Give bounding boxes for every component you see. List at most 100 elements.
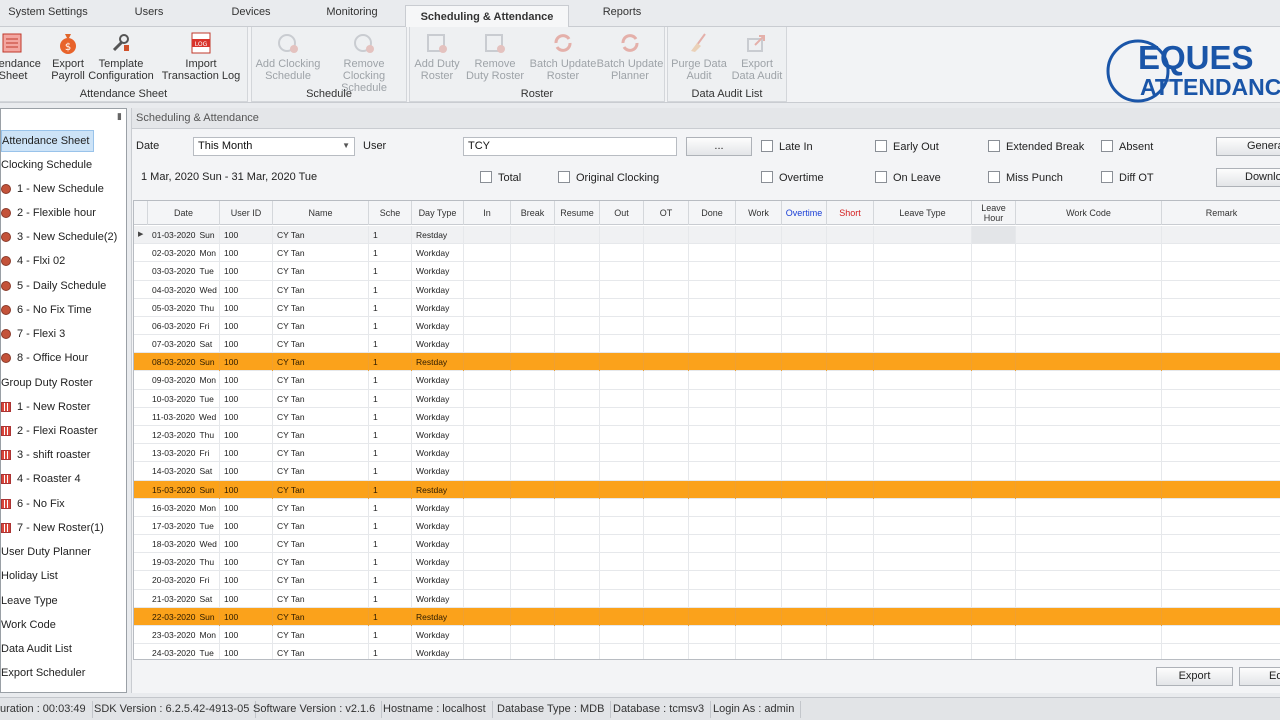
table-cell[interactable] bbox=[782, 498, 827, 517]
table-cell[interactable] bbox=[600, 371, 644, 390]
table-cell[interactable] bbox=[874, 498, 972, 517]
original-clocking-checkbox[interactable]: Original Clocking bbox=[558, 171, 659, 184]
table-cell[interactable] bbox=[1162, 571, 1280, 589]
table-cell[interactable]: 02-03-2020 Mon bbox=[148, 244, 220, 263]
table-cell[interactable] bbox=[464, 425, 511, 444]
table-cell[interactable] bbox=[644, 298, 689, 317]
table-cell[interactable]: 05-03-2020 Thu bbox=[148, 298, 220, 317]
table-cell[interactable] bbox=[736, 516, 782, 535]
table-cell[interactable]: 100 bbox=[220, 425, 273, 444]
sidebar-item[interactable]: 5 - Daily Schedule bbox=[1, 275, 106, 297]
table-row[interactable]: ▶ 01-03-2020 Sun 100 CY Tan 1 Restday bbox=[134, 226, 1280, 245]
table-cell[interactable]: Workday bbox=[412, 335, 464, 354]
table-cell[interactable] bbox=[644, 462, 689, 481]
table-cell[interactable] bbox=[511, 353, 555, 372]
batch-update-roster-button[interactable]: Batch Update Roster bbox=[528, 31, 598, 82]
table-cell[interactable] bbox=[600, 425, 644, 444]
table-cell[interactable] bbox=[874, 226, 972, 244]
column-header[interactable]: Remark bbox=[1162, 201, 1280, 225]
table-cell[interactable] bbox=[555, 280, 600, 299]
table-cell[interactable] bbox=[1162, 262, 1280, 280]
table-cell[interactable]: 24-03-2020 Tue bbox=[148, 644, 220, 659]
table-row[interactable]: 02-03-2020 Mon 100 CY Tan 1 Workday bbox=[134, 244, 1280, 263]
table-cell[interactable] bbox=[689, 280, 736, 299]
tab-scheduling-attendance[interactable]: Scheduling & Attendance bbox=[405, 5, 569, 28]
sidebar-item[interactable]: 4 - Flxi 02 bbox=[1, 250, 65, 272]
pin-icon[interactable]: ▮ bbox=[117, 111, 122, 122]
table-cell[interactable] bbox=[555, 371, 600, 390]
table-cell[interactable]: 17-03-2020 Tue bbox=[148, 516, 220, 535]
table-cell[interactable]: CY Tan bbox=[273, 480, 369, 499]
table-cell[interactable] bbox=[1162, 481, 1280, 499]
table-cell[interactable] bbox=[600, 462, 644, 481]
table-cell[interactable] bbox=[644, 553, 689, 572]
table-cell[interactable]: 08-03-2020 Sun bbox=[148, 353, 220, 372]
table-cell[interactable] bbox=[644, 535, 689, 554]
table-row[interactable]: 10-03-2020 Tue 100 CY Tan 1 Workday bbox=[134, 389, 1280, 408]
table-cell[interactable] bbox=[555, 262, 600, 281]
column-header[interactable]: User ID bbox=[220, 201, 273, 225]
table-cell[interactable] bbox=[972, 444, 1016, 463]
table-cell[interactable] bbox=[874, 589, 972, 608]
table-cell[interactable] bbox=[827, 535, 874, 554]
table-cell[interactable]: Workday bbox=[412, 644, 464, 659]
table-cell[interactable]: 100 bbox=[220, 262, 273, 281]
table-row[interactable]: 15-03-2020 Sun 100 CY Tan 1 Restday bbox=[134, 480, 1280, 499]
table-row[interactable]: 13-03-2020 Fri 100 CY Tan 1 Workday bbox=[134, 444, 1280, 463]
table-cell[interactable] bbox=[644, 316, 689, 335]
sidebar-item[interactable]: 2 - Flexi Roaster bbox=[1, 420, 98, 442]
table-cell[interactable] bbox=[1016, 516, 1162, 535]
table-cell[interactable] bbox=[827, 316, 874, 335]
table-cell[interactable] bbox=[1016, 389, 1162, 408]
table-cell[interactable]: CY Tan bbox=[273, 425, 369, 444]
table-cell[interactable] bbox=[555, 444, 600, 463]
sidebar-item[interactable]: Data Audit List bbox=[1, 638, 72, 660]
table-cell[interactable] bbox=[464, 516, 511, 535]
attendance-sheet-button[interactable]: Attendance Sheet bbox=[0, 31, 48, 82]
table-cell[interactable] bbox=[827, 407, 874, 426]
table-cell[interactable]: 100 bbox=[220, 371, 273, 390]
table-cell[interactable]: 100 bbox=[220, 553, 273, 572]
table-cell[interactable] bbox=[1162, 281, 1280, 299]
table-cell[interactable] bbox=[644, 371, 689, 390]
table-row[interactable]: 07-03-2020 Sat 100 CY Tan 1 Workday bbox=[134, 335, 1280, 354]
table-cell[interactable] bbox=[782, 316, 827, 335]
table-cell[interactable] bbox=[874, 516, 972, 535]
table-cell[interactable] bbox=[1162, 517, 1280, 535]
table-cell[interactable] bbox=[600, 535, 644, 554]
table-row[interactable]: 20-03-2020 Fri 100 CY Tan 1 Workday bbox=[134, 571, 1280, 590]
table-cell[interactable] bbox=[555, 571, 600, 590]
table-row[interactable]: 21-03-2020 Sat 100 CY Tan 1 Workday bbox=[134, 589, 1280, 608]
table-cell[interactable] bbox=[874, 462, 972, 481]
table-cell[interactable] bbox=[736, 444, 782, 463]
table-cell[interactable] bbox=[600, 226, 644, 244]
table-cell[interactable] bbox=[511, 480, 555, 499]
table-cell[interactable]: CY Tan bbox=[273, 444, 369, 463]
table-cell[interactable] bbox=[972, 407, 1016, 426]
table-cell[interactable] bbox=[644, 498, 689, 517]
table-cell[interactable] bbox=[511, 371, 555, 390]
table-cell[interactable] bbox=[511, 280, 555, 299]
table-cell[interactable]: Workday bbox=[412, 571, 464, 590]
table-cell[interactable]: 06-03-2020 Fri bbox=[148, 316, 220, 335]
table-cell[interactable] bbox=[689, 589, 736, 608]
sidebar-item[interactable]: 8 - Office Hour bbox=[1, 347, 88, 369]
table-cell[interactable] bbox=[1162, 299, 1280, 317]
table-cell[interactable] bbox=[736, 298, 782, 317]
table-cell[interactable] bbox=[511, 535, 555, 554]
export-data-audit-button[interactable]: Export Data Audit bbox=[728, 31, 786, 82]
batch-update-planner-button[interactable]: Batch Update Planner bbox=[596, 31, 664, 82]
remove-clocking-schedule-button[interactable]: Remove Clocking Schedule bbox=[322, 31, 406, 94]
table-cell[interactable] bbox=[1162, 499, 1280, 517]
table-cell[interactable] bbox=[874, 553, 972, 572]
table-cell[interactable]: 1 bbox=[369, 589, 412, 608]
table-cell[interactable]: 100 bbox=[220, 298, 273, 317]
table-cell[interactable] bbox=[782, 607, 827, 626]
table-cell[interactable] bbox=[874, 625, 972, 644]
table-cell[interactable] bbox=[972, 607, 1016, 626]
table-cell[interactable] bbox=[689, 298, 736, 317]
table-cell[interactable] bbox=[782, 535, 827, 554]
sidebar-item[interactable]: Holiday List bbox=[1, 565, 58, 587]
table-cell[interactable] bbox=[600, 389, 644, 408]
table-cell[interactable]: 1 bbox=[369, 644, 412, 659]
